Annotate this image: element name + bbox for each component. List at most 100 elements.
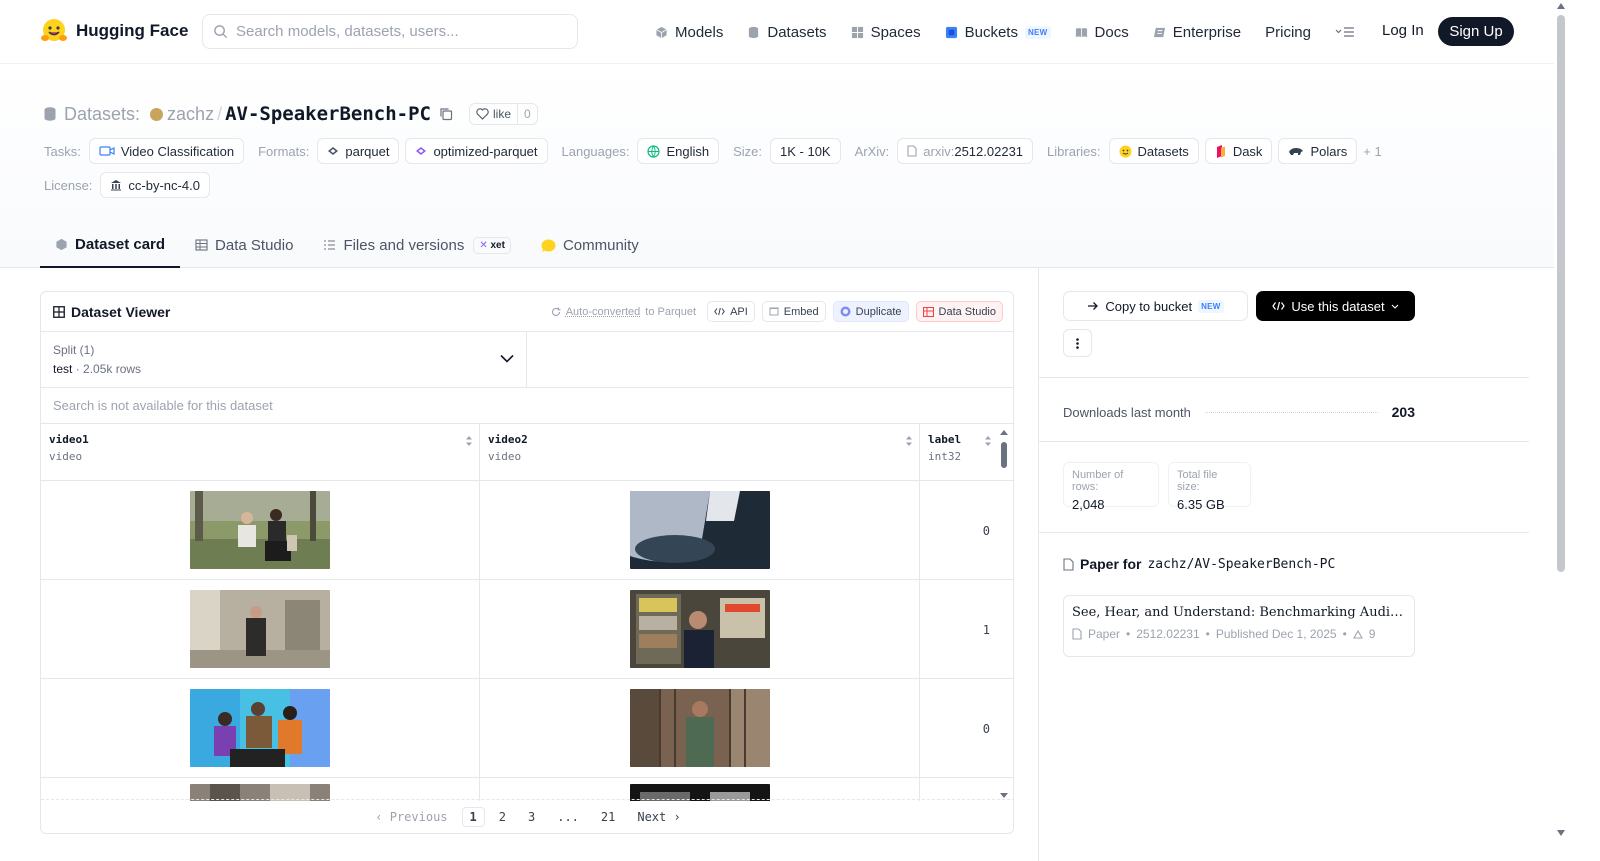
column-header-video2[interactable]: video2 video — [480, 424, 920, 480]
column-header-label[interactable]: label int32 — [920, 424, 998, 480]
tag-row-1: Tasks: Video Classification Formats: par… — [44, 138, 1382, 164]
cell-video2 — [480, 481, 920, 580]
tag-lib-datasets[interactable]: Datasets — [1108, 138, 1199, 164]
grid-scrollbar[interactable] — [999, 429, 1009, 799]
copy-icon[interactable] — [439, 107, 453, 121]
tag-format-parquet[interactable]: parquet — [317, 138, 400, 164]
nav-more-menu[interactable] — [1335, 26, 1355, 38]
document-icon — [1063, 557, 1074, 571]
video-thumbnail[interactable] — [629, 589, 770, 668]
home-link[interactable]: Hugging Face — [40, 17, 188, 45]
nav-spaces[interactable]: Spaces — [851, 24, 921, 41]
page-2[interactable]: 2 — [488, 807, 517, 827]
cell-video2 — [480, 679, 920, 778]
nav-buckets[interactable]: Buckets NEW — [945, 24, 1051, 41]
page-scrollbar[interactable] — [1554, 0, 1568, 861]
video-thumbnail[interactable] — [190, 589, 330, 668]
tag-language[interactable]: English — [637, 138, 720, 164]
pagination-previous[interactable]: ‹ Previous — [364, 807, 458, 827]
repo-name[interactable]: AV-SpeakerBench-PC — [225, 103, 431, 125]
tab-community[interactable]: Community — [526, 222, 654, 268]
more-menu-icon — [1335, 27, 1354, 37]
split-separator: · — [75, 362, 80, 376]
video-thumbnail[interactable] — [190, 490, 330, 569]
tag-format-optimized-parquet[interactable]: optimized-parquet — [405, 138, 548, 164]
auto-converted-link[interactable]: Auto-converted — [566, 306, 641, 318]
nav-pricing[interactable]: Pricing — [1265, 24, 1311, 41]
optimized-parquet-icon — [416, 147, 427, 155]
page-1[interactable]: 1 — [461, 806, 485, 827]
column-header-video1[interactable]: video1 video — [41, 424, 480, 480]
login-link[interactable]: Log In — [1382, 22, 1424, 39]
embed-button[interactable]: Embed — [761, 301, 826, 322]
paper-for-label: Paper for — [1080, 556, 1142, 572]
use-this-dataset-button[interactable]: Use this dataset — [1256, 291, 1415, 321]
nav-models[interactable]: Models — [655, 24, 723, 41]
viewer-actions: Auto-converted to Parquet API Embed Dupli… — [551, 301, 1003, 322]
database-icon — [44, 107, 56, 121]
signup-button[interactable]: Sign Up — [1438, 17, 1514, 46]
global-search[interactable] — [202, 14, 578, 49]
tab-data-studio[interactable]: Data Studio — [180, 222, 308, 268]
upvote-icon — [1352, 629, 1363, 639]
owner-avatar[interactable] — [150, 107, 164, 121]
datasets-crumb[interactable]: Datasets: — [64, 104, 140, 125]
split-row-count: 2.05k rows — [83, 362, 142, 376]
nav-datasets[interactable]: Datasets — [747, 24, 827, 41]
tag-lib-polars-label: Polars — [1310, 143, 1348, 159]
cell-video1 — [41, 679, 480, 778]
bucket-icon — [945, 26, 957, 38]
split-selector[interactable]: Split (1) test · 2.05k rows — [41, 332, 527, 387]
tab-dataset-card[interactable]: Dataset card — [40, 222, 181, 268]
nav-pricing-label: Pricing — [1265, 23, 1311, 41]
video-thumbnail[interactable] — [190, 688, 330, 767]
tag-task[interactable]: Video Classification — [88, 138, 245, 164]
tag-language-label: English — [666, 143, 710, 159]
tag-lib-dask[interactable]: Dask — [1204, 138, 1273, 164]
divider — [1039, 532, 1529, 533]
duplicate-button[interactable]: Duplicate — [832, 301, 909, 322]
paper-title[interactable]: See, Hear, and Understand: Benchmarking … — [1072, 605, 1406, 620]
grid-body: 0 1 0 — [41, 481, 1013, 801]
scroll-up-icon[interactable] — [1557, 3, 1565, 9]
tag-license[interactable]: cc-by-nc-4.0 — [100, 172, 210, 198]
page-3[interactable]: 3 — [517, 807, 546, 827]
more-libraries[interactable]: + 1 — [1363, 144, 1381, 159]
nav-docs[interactable]: Docs — [1075, 24, 1129, 41]
meta-dot: • — [1342, 627, 1347, 641]
sort-icon[interactable] — [984, 435, 992, 447]
tag-arxiv[interactable]: arxiv: 2512.02231 — [897, 138, 1034, 164]
tag-size[interactable]: 1K - 10K — [770, 138, 841, 164]
api-button[interactable]: API — [707, 301, 755, 322]
table-icon — [195, 239, 208, 251]
like-button[interactable]: like 0 — [469, 103, 538, 125]
tag-lib-dask-label: Dask — [1232, 143, 1263, 159]
scroll-down-icon[interactable] — [1557, 830, 1565, 836]
heart-icon — [476, 108, 489, 120]
tag-lib-polars[interactable]: Polars — [1278, 138, 1358, 164]
sort-icon[interactable] — [905, 435, 913, 447]
pagination-next[interactable]: Next › — [626, 807, 691, 827]
column-type: video — [488, 450, 522, 463]
hugging-face-icon — [1119, 145, 1131, 157]
nav-enterprise[interactable]: Enterprise — [1153, 24, 1241, 41]
paper-card[interactable]: See, Hear, and Understand: Benchmarking … — [1063, 595, 1415, 657]
more-options-button[interactable] — [1063, 329, 1092, 357]
video-thumbnail[interactable] — [629, 688, 770, 767]
tab-files[interactable]: Files and versions ✕ xet — [308, 222, 526, 268]
cell-video2 — [480, 580, 920, 679]
copy-to-bucket-button[interactable]: Copy to bucket NEW — [1063, 291, 1248, 321]
page-21[interactable]: 21 — [590, 807, 626, 827]
video-thumbnail[interactable] — [629, 490, 770, 569]
polars-bear-icon — [1289, 148, 1304, 155]
arxiv-label: ArXiv: — [854, 143, 890, 159]
scroll-thumb[interactable] — [1557, 15, 1565, 572]
use-this-dataset-label: Use this dataset — [1291, 298, 1385, 314]
search-input[interactable] — [236, 23, 556, 40]
refresh-icon — [551, 307, 561, 316]
enterprise-icon — [1153, 27, 1165, 37]
owner-link[interactable]: zachz — [167, 104, 214, 125]
data-studio-button[interactable]: Data Studio — [915, 301, 1003, 322]
sort-icon[interactable] — [465, 435, 473, 447]
formats-label: Formats: — [258, 143, 310, 159]
